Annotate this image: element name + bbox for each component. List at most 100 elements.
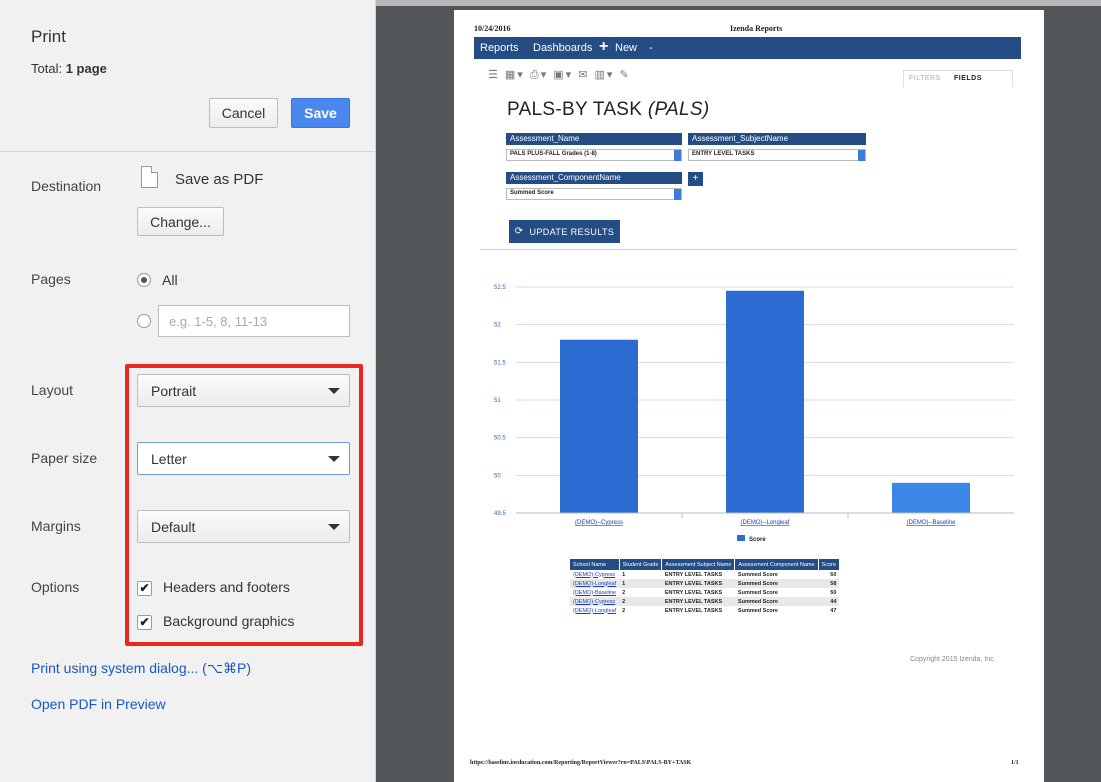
table-row: (DEMO)-Cypress 1 ENTRY LEVEL TASKS Summed S… [570,570,839,579]
table-cell[interactable]: (DEMO)-Longleaf [570,606,619,615]
filter-select: PALS PLUS-FALL Grades (1-8) [506,149,682,161]
table-cell: 50 [830,589,837,596]
filter-label: Assessment_SubjectName [688,133,866,145]
select-arrow-icon [674,150,681,161]
score-bar-chart: 49.5 50 50.5 51 51.5 52 52.5 (DEMO)--Cypress (DE… [494,285,1014,543]
table-cell[interactable]: (DEMO)-Baseline [570,588,619,597]
results-table: School Name Student Grade Assessment Subje… [570,559,840,615]
table-cell: 1 [622,571,626,578]
table-cell: Summed Score [734,597,819,606]
preview-top-strip [376,0,1101,6]
background-graphics-checkbox[interactable]: ✔ [137,615,152,630]
report-title-italic: (PALS) [647,99,710,120]
table-row: (DEMO)-Cypress 2 ENTRY LEVEL TASKS Summed S… [570,597,840,606]
page-total: Total: 1 page [31,61,107,76]
x-tick-label: (DEMO)--Cypress [575,520,623,526]
table-cell: ENTRY LEVEL TASKS [664,607,723,614]
report-title-main: PALS-BY TASK [507,99,643,120]
table-body: (DEMO)-Cypress 1 ENTRY LEVEL TASKS Summed S… [570,570,840,615]
pages-all-radio[interactable] [137,273,151,287]
table-cell: Summed Score [734,579,819,588]
plus-icon: + [599,38,609,55]
table-cell[interactable]: (DEMO)-Cypress [570,597,620,606]
layout-label: Layout [31,382,74,398]
open-pdf-preview-link[interactable]: Open PDF in Preview [31,696,166,712]
options-label: Options [31,579,80,595]
table-cell: 2 [622,589,626,596]
system-dialog-link[interactable]: Print using system dialog... (⌥⌘P) [31,660,251,677]
destination-label: Destination [31,178,102,194]
table-header-cell: Score [818,559,840,570]
x-tick-label: (DEMO)--Longleaf [740,520,789,526]
pages-range-input[interactable] [158,305,350,337]
y-tick-label: 51.5 [494,360,506,366]
table-cell: ENTRY LEVEL TASKS [664,589,723,596]
table-row: (DEMO)-Baseline 2 ENTRY LEVEL TASKS Summed … [570,588,839,597]
filter-select: Summed Score [506,188,682,200]
report-navbar: Reports Dashboards + New - [474,37,1021,59]
table-cell: 2 [622,607,626,614]
nav-dropdown: - [649,42,653,54]
table-cell: Summed Score [737,607,778,614]
table-cell: ENTRY LEVEL TASKS [661,579,735,588]
bar [560,339,638,513]
table-cell[interactable]: (DEMO)-Cypress [570,570,619,579]
page-footer-url: https://baseline.ioeducation.com/Reporti… [470,760,692,766]
filter-value: Summed Score [510,190,554,196]
y-tick-label: 52 [494,323,501,329]
divider [480,249,1017,250]
filter-label: Assessment_ComponentName [506,172,682,184]
cancel-button[interactable]: Cancel [209,98,278,128]
pages-range-radio[interactable] [137,314,151,328]
paper-size-value: Letter [151,451,187,467]
update-results-button: ⟳ UPDATE RESULTS [509,220,620,243]
nav-dashboards: Dashboards [533,42,593,54]
legend-label: Score [749,537,766,543]
preview-page: 10/24/2016 Izenda Reports Reports Dashbo… [454,10,1044,782]
table-cell: 60 [830,571,837,578]
layout-select[interactable]: Portrait [137,374,350,407]
pages-label: Pages [31,271,71,287]
filter-select: ENTRY LEVEL TASKS [688,149,866,161]
table-cell: ENTRY LEVEL TASKS [661,597,735,606]
bar [892,482,970,513]
bar [726,290,804,513]
table-row: (DEMO)-Longleaf 2 ENTRY LEVEL TASKS Summed … [570,606,839,615]
table-cell: Summed Score [737,589,778,596]
save-button[interactable]: Save [291,98,350,128]
chevron-down-icon [328,456,340,462]
chevron-down-icon [328,524,340,530]
print-preview-area[interactable]: 10/24/2016 Izenda Reports Reports Dashbo… [376,0,1101,782]
margins-select[interactable]: Default [137,510,350,543]
table-header-cell: Assessment Subject Name [661,559,736,570]
y-tick-label: 51 [494,398,501,404]
table-cell: 1 [619,579,662,588]
table-cell: Summed Score [737,571,778,578]
nav-new: New [615,42,638,54]
pages-all-label: All [162,272,178,288]
table-header-cell: School Name [570,559,620,570]
chevron-down-icon [328,388,340,394]
layout-value: Portrait [151,383,197,399]
report-toolbar-icons: ☰ ▦▾ ⎙▾ ▣▾ ✉ ▥▾ ✎ [488,69,631,81]
y-tick-label: 50.5 [494,436,506,442]
table-row: (DEMO)-Longleaf 1 ENTRY LEVEL TASKS Summed … [570,579,840,588]
page-date: 10/24/2016 [474,24,511,33]
y-tick-label: 50 [494,473,501,479]
filter-value: ENTRY LEVEL TASKS [692,151,755,157]
change-destination-button[interactable]: Change... [137,207,224,236]
paper-size-select[interactable]: Letter [137,442,350,475]
paper-size-label: Paper size [31,450,98,466]
total-label: Total: [31,61,63,76]
table-header-row: School Name Student Grade Assessment Subje… [570,559,840,570]
table-cell[interactable]: (DEMO)-Longleaf [570,579,620,588]
update-results-label: UPDATE RESULTS [529,226,615,237]
nav-reports: Reports [480,42,519,54]
filter-label: Assessment_Name [506,133,682,145]
y-tick-label: 52.5 [494,285,506,291]
print-settings-panel: Print Total: 1 page Cancel Save Destinat… [0,0,376,782]
table-cell: 47 [830,607,837,614]
headers-footers-checkbox[interactable]: ✔ [137,581,152,596]
table-cell: 44 [818,597,840,606]
report-title: PALS-BY TASK (PALS) [507,99,710,121]
